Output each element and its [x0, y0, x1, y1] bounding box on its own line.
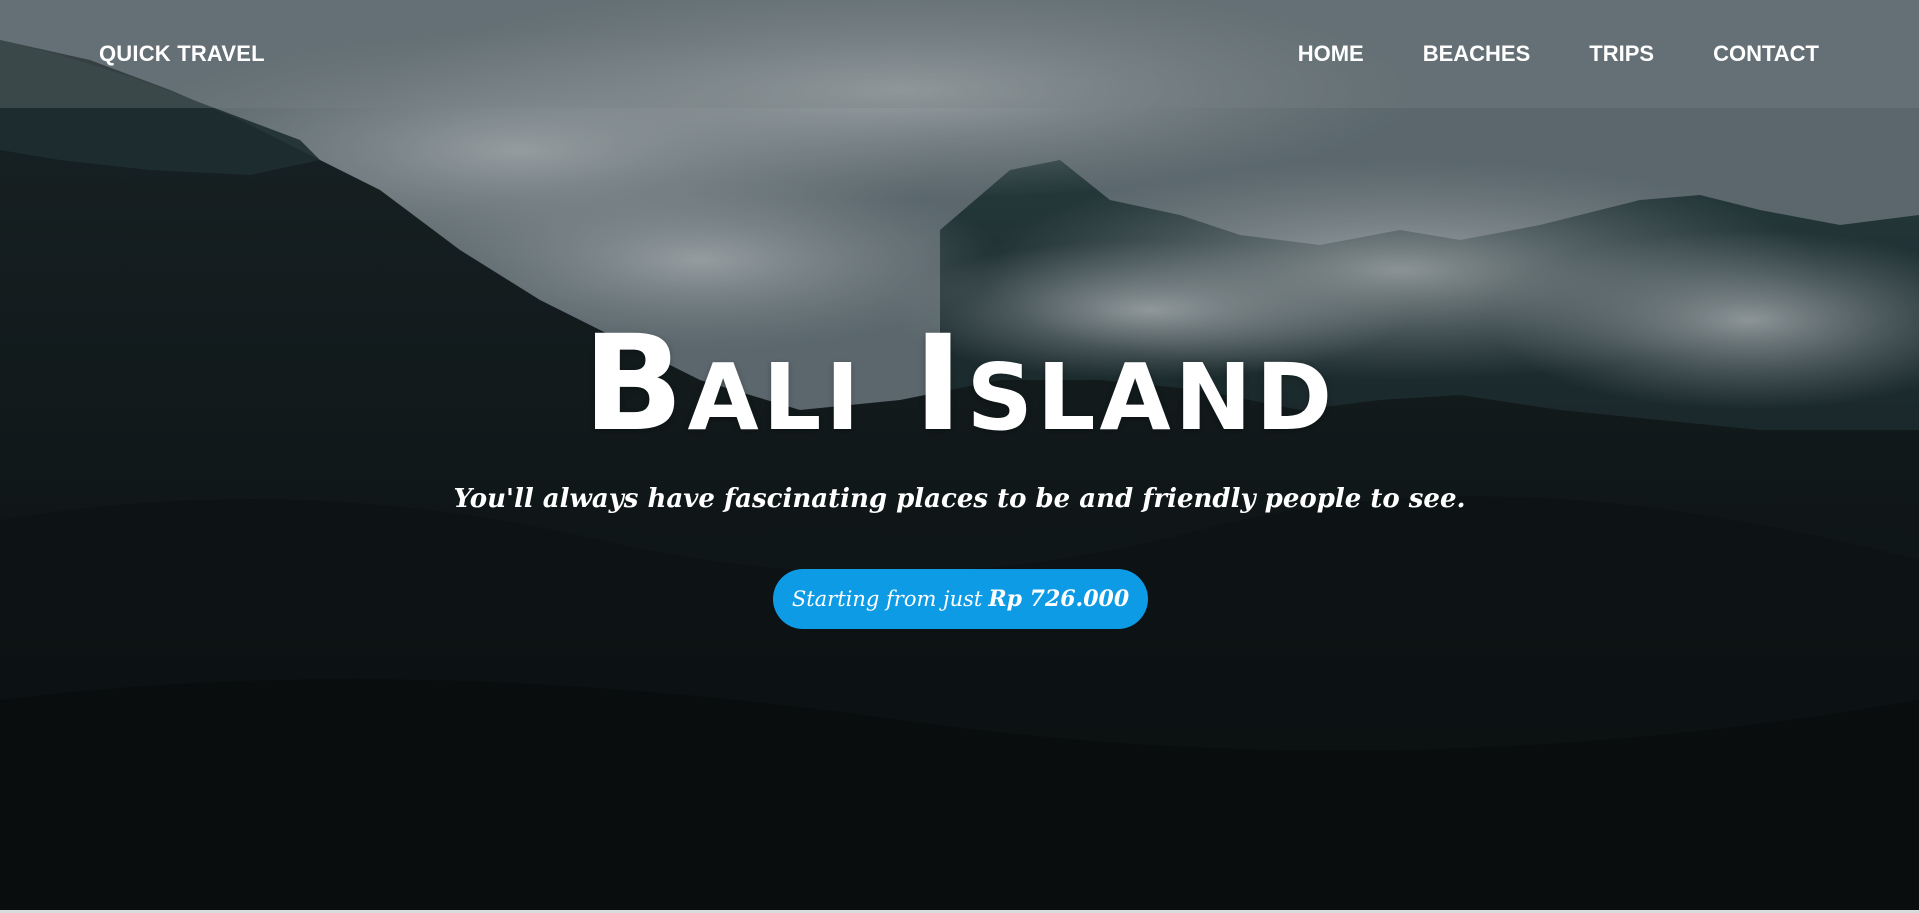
price-cta-button[interactable]: Starting from just Rp 726.000 — [773, 569, 1148, 629]
cta-prefix: Starting from just — [791, 587, 983, 611]
hero-title: Bali Island — [582, 307, 1337, 461]
hero-content: Bali Island You'll always have fascinati… — [0, 0, 1919, 913]
hero-subtitle: You'll always have fascinating places to… — [453, 484, 1466, 514]
cta-price: Rp 726.000 — [988, 586, 1130, 612]
